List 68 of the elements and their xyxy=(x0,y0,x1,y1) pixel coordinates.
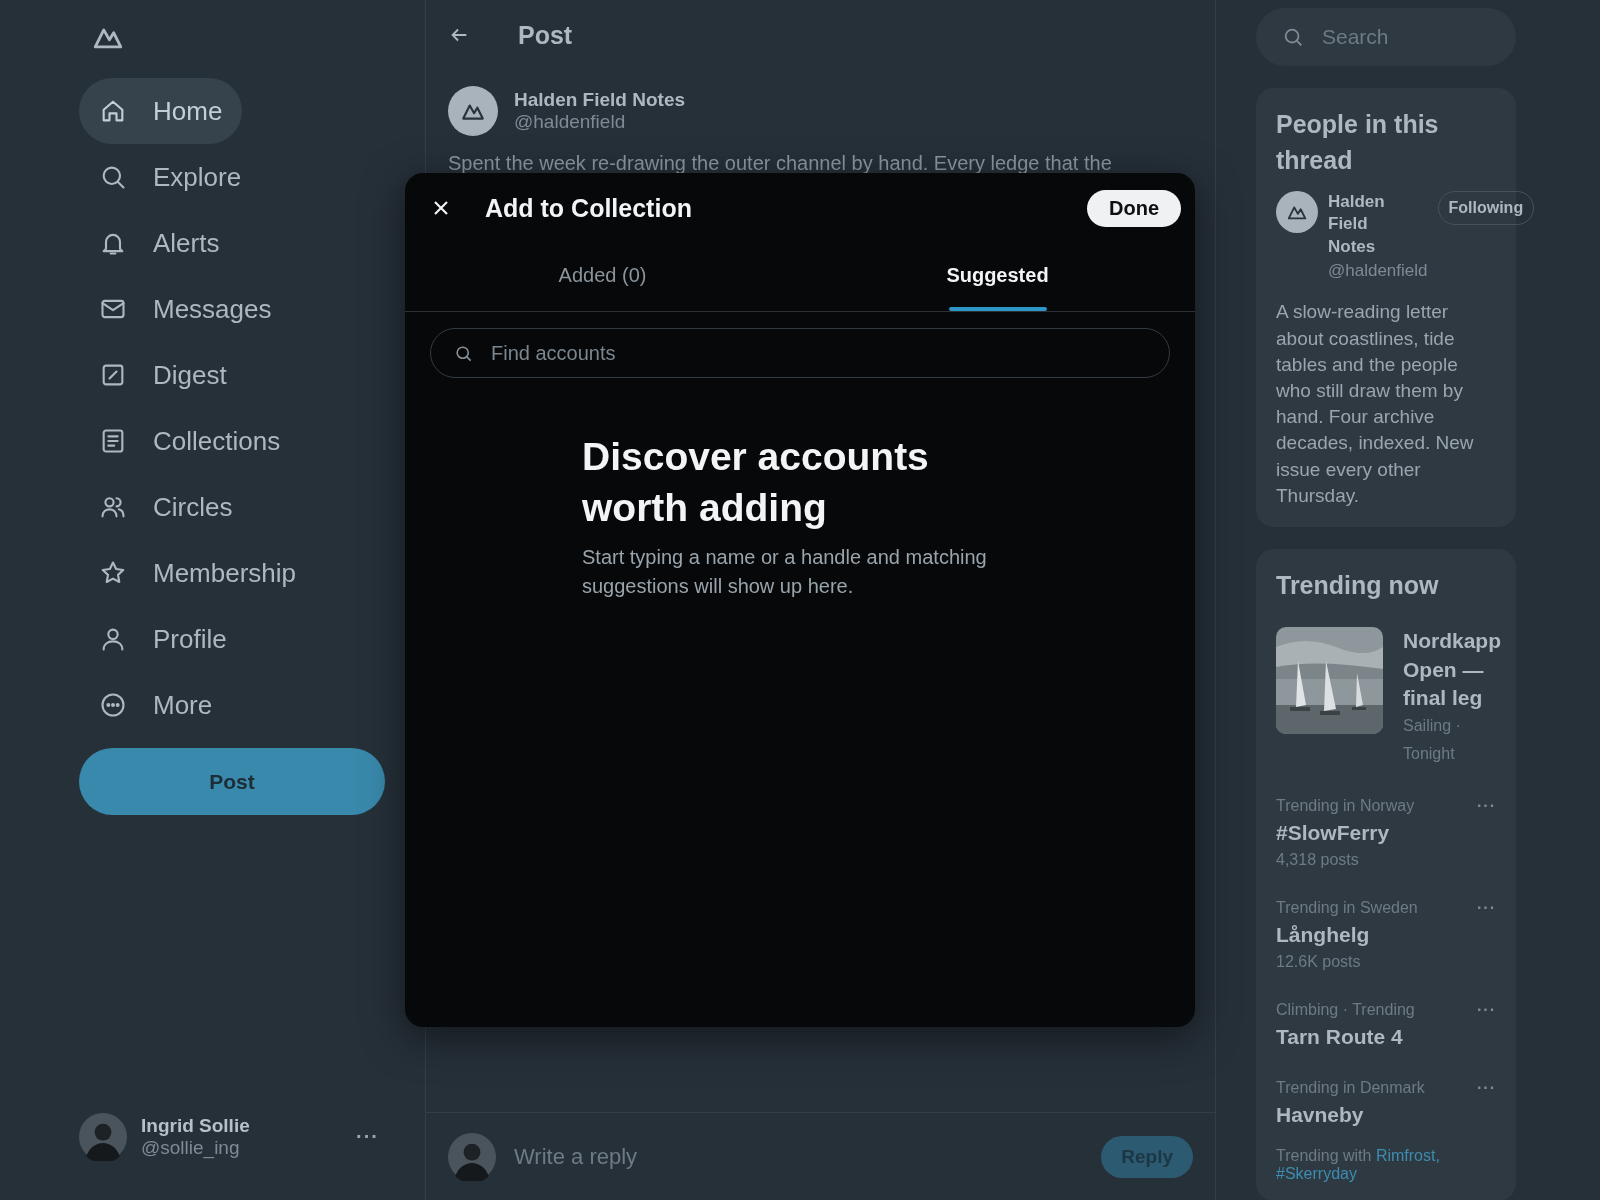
nav-item[interactable]: Circles xyxy=(79,474,253,540)
nav-item[interactable]: Collections xyxy=(79,408,301,474)
trend-related: Trending with Rimfrost, #Skerryday xyxy=(1276,1146,1441,1183)
dialog-title: Add to Collection xyxy=(485,193,692,223)
empty-heading: Discover accounts worth adding xyxy=(582,434,930,531)
nav-label: Alerts xyxy=(153,227,220,259)
more-button[interactable]: ··· xyxy=(1477,796,1496,815)
trend-meta: Sailing · Tonight xyxy=(1403,716,1462,764)
more-button[interactable]: ··· xyxy=(1477,898,1496,917)
search-icon xyxy=(454,344,473,363)
trend-topic[interactable]: Tarn Route 4 xyxy=(1276,1024,1477,1049)
nav-item[interactable]: Explore xyxy=(79,144,262,210)
person-handle: @haldenfield xyxy=(1328,261,1428,282)
trend-context: Trending in Norway xyxy=(1276,796,1416,815)
card-title: People in this thread xyxy=(1276,109,1440,177)
done-button[interactable]: Done xyxy=(1087,189,1181,227)
nav-item[interactable]: Profile xyxy=(79,606,247,672)
page-title: Post xyxy=(518,20,573,50)
topic-link[interactable]: Rimfrost, xyxy=(1375,1146,1440,1164)
nav-label: Collections xyxy=(153,425,281,457)
avatar xyxy=(79,1112,127,1161)
trend-context: Climbing · Trending xyxy=(1276,1000,1416,1019)
nav-label: Messages xyxy=(153,293,272,325)
trend-topic[interactable]: Långhelg xyxy=(1276,922,1477,947)
author-handle: @haldenfield xyxy=(514,111,627,133)
topic-link[interactable]: #Skerryday xyxy=(1276,1164,1357,1182)
person-bio: A slow-reading letter about coastlines, tide tables and the people who still draw them by hand. Four archive decades, indexed. New issue every other Thursday. xyxy=(1276,300,1475,508)
avatar xyxy=(448,86,498,136)
trend-topic[interactable]: #SlowFerry xyxy=(1276,820,1477,845)
author-name: Halden Field Notes xyxy=(514,89,686,111)
trend-context: Trending in Sweden xyxy=(1276,898,1419,917)
avatar xyxy=(1276,190,1318,233)
trend-topic[interactable]: Havneby xyxy=(1276,1102,1477,1127)
trend-context: Trending in Denmark xyxy=(1276,1078,1426,1097)
more-button[interactable]: ··· xyxy=(1477,1078,1496,1097)
trend-title[interactable]: Nordkapp Open — final leg xyxy=(1403,627,1501,713)
nav-item[interactable]: Messages xyxy=(79,276,292,342)
nav-label: Membership xyxy=(153,557,297,589)
account-name: Ingrid Sollie xyxy=(141,1114,250,1137)
tab[interactable]: Added (0) xyxy=(405,239,800,311)
nav-label: Home xyxy=(153,95,223,127)
avatar xyxy=(448,1132,496,1181)
more-icon xyxy=(99,691,127,719)
post-text: Spent the week re-drawing the outer channel by hand. Every ledge that the xyxy=(447,151,1113,175)
tab[interactable]: Suggested xyxy=(800,239,1195,311)
nav-item[interactable]: Alerts xyxy=(79,210,240,276)
empty-text: Start typing a name or a handle and matching suggestions will show up here. xyxy=(582,545,988,600)
nav-label: Profile xyxy=(153,623,227,655)
card-title: Trending now xyxy=(1276,570,1440,602)
nav-item[interactable]: Digest xyxy=(79,342,247,408)
post-button[interactable]: Post xyxy=(79,748,385,815)
search-field[interactable]: Find accounts xyxy=(430,328,1170,378)
more-button[interactable]: ··· xyxy=(1477,1000,1496,1019)
nav-item[interactable]: Home xyxy=(79,78,243,144)
nav-item[interactable]: More xyxy=(79,672,233,738)
nav-label: Digest xyxy=(153,359,227,391)
post-count: 4,318 posts xyxy=(1276,850,1360,869)
post-count: 12.6K posts xyxy=(1276,952,1362,971)
search-field[interactable]: Search xyxy=(1256,8,1516,66)
account-menu-button[interactable]: ··· xyxy=(356,1125,379,1149)
nav-item[interactable]: Membership xyxy=(79,540,317,606)
reply-field[interactable]: Write a reply xyxy=(512,1142,1086,1171)
account-handle: @sollie_ing xyxy=(141,1136,241,1159)
nav-label: Circles xyxy=(153,491,233,523)
nav-label: Explore xyxy=(153,161,242,193)
nav-label: More xyxy=(153,689,213,721)
search-icon xyxy=(1282,26,1304,48)
person-name: Halden Field Notes xyxy=(1328,190,1386,259)
